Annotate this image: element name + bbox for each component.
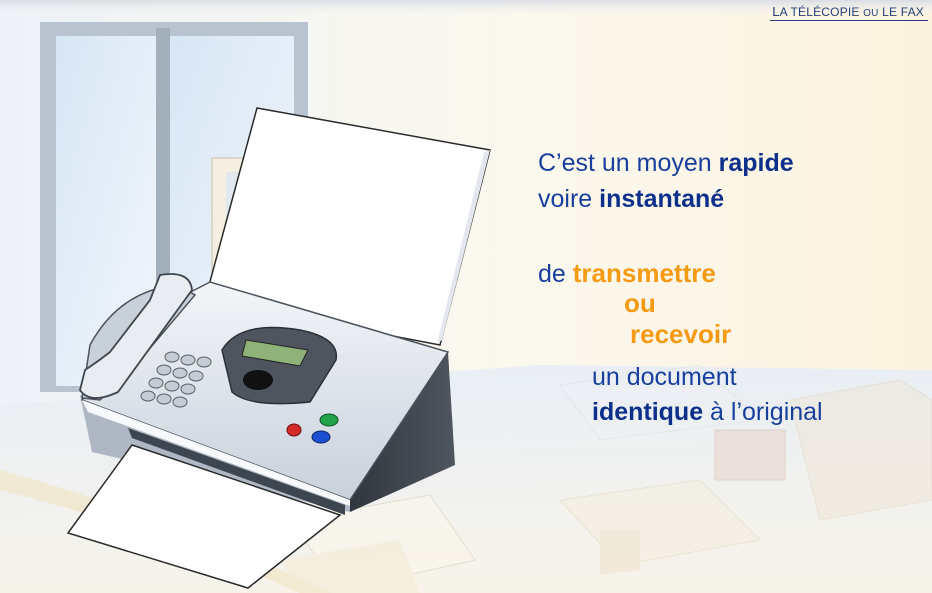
- button-blue: [311, 430, 331, 444]
- title-first-letter: L: [772, 4, 780, 19]
- text-line-2: voire instantané: [538, 184, 724, 214]
- line3-text: de: [538, 260, 573, 288]
- line1-text: C’est un moyen: [538, 149, 719, 177]
- button-red: [286, 423, 302, 437]
- line1-bold: rapide: [718, 149, 794, 177]
- text-line-3: de transmettre: [538, 258, 716, 289]
- line2-bold: instantané: [599, 185, 725, 213]
- speaker: [243, 370, 273, 390]
- text-line-6: un document: [592, 363, 737, 391]
- title-small: OU: [863, 8, 879, 19]
- line3-orange: transmettre: [572, 258, 716, 288]
- text-line-4: ou: [624, 288, 656, 318]
- button-green: [319, 413, 339, 427]
- text-line-5: recevoir: [630, 319, 732, 349]
- text-line-7: identique à l’original: [592, 397, 823, 427]
- illustration: [0, 0, 932, 593]
- line7-text: à l’original: [703, 398, 823, 426]
- title-part: A TÉLÉCOPIE: [779, 5, 864, 19]
- text-line-1: C’est un moyen rapide: [538, 148, 794, 178]
- line7-bold: identique: [592, 398, 704, 426]
- page-title: LA TÉLÉCOPIE OU LE FAX: [770, 4, 928, 21]
- title-end: LE FAX: [878, 5, 924, 19]
- line2-text: voire: [538, 185, 600, 213]
